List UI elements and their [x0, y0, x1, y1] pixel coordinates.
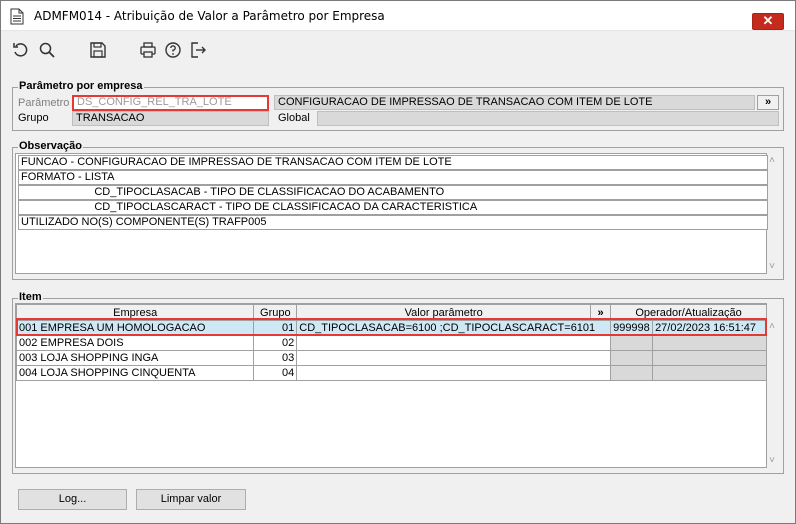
- table-row[interactable]: 001 EMPRESA UM HOMOLOGACAO 01 CD_TIPOCLA…: [15, 320, 767, 336]
- group-title-parametro: Parâmetro por empresa: [18, 80, 144, 92]
- window-title: ADMFM014 - Atribuição de Valor a Parâmet…: [34, 9, 385, 23]
- observacao-line: CD_TIPOCLASACAB - TIPO DE CLASSIFICACAO …: [18, 185, 768, 200]
- empresa-name: LOJA SHOPPING CINQUENTA: [40, 367, 196, 379]
- save-icon[interactable]: [89, 41, 109, 61]
- operador-cell: 999998: [610, 320, 654, 336]
- limpar-valor-button[interactable]: Limpar valor: [136, 489, 246, 510]
- header-valor[interactable]: Valor parâmetro: [296, 304, 592, 321]
- exit-icon[interactable]: [189, 41, 209, 61]
- observacao-scroll-down-icon[interactable]: ˅: [767, 262, 777, 272]
- global-field: [317, 111, 779, 126]
- item-scroll-down-icon[interactable]: ˅: [767, 456, 777, 466]
- empresa-code: 002: [19, 337, 38, 349]
- observacao-line: UTILIZADO NO(S) COMPONENTE(S) TRAFP005: [18, 215, 768, 230]
- header-expand-button[interactable]: »: [590, 304, 612, 321]
- valor-cell[interactable]: [296, 335, 612, 351]
- close-button[interactable]: ✕: [752, 13, 784, 30]
- header-empresa[interactable]: Empresa: [15, 304, 255, 321]
- grupo-cell[interactable]: 04: [253, 365, 298, 381]
- item-scroll-up-icon[interactable]: ˄: [767, 322, 777, 332]
- table-row[interactable]: 004 LOJA SHOPPING CINQUENTA 04: [15, 365, 767, 381]
- group-title-item: Item: [18, 291, 43, 303]
- header-grupo[interactable]: Grupo: [253, 304, 298, 321]
- parametro-expand-button[interactable]: »: [757, 95, 779, 110]
- app-window: ADMFM014 - Atribuição de Valor a Parâmet…: [0, 0, 796, 524]
- empresa-code: 003: [19, 352, 38, 364]
- document-icon: [10, 8, 24, 25]
- observacao-line: CD_TIPOCLASCARACT - TIPO DE CLASSIFICACA…: [18, 200, 768, 215]
- empresa-cell[interactable]: 004 LOJA SHOPPING CINQUENTA: [15, 365, 255, 381]
- item-table: Empresa Grupo Valor parâmetro » Operador…: [15, 304, 767, 381]
- grupo-label: Grupo: [18, 112, 49, 124]
- parametro-field[interactable]: DS_CONFIG_REL_TRA_LOTE: [72, 95, 269, 111]
- parametro-description-field: CONFIGURACAO DE IMPRESSAO DE TRANSACAO C…: [274, 95, 755, 110]
- undo-icon[interactable]: [12, 41, 32, 61]
- parametro-label: Parâmetro: [18, 97, 70, 109]
- global-label: Global: [278, 112, 310, 124]
- observacao-scroll-up-icon[interactable]: ˄: [767, 156, 777, 166]
- empresa-code: 001: [19, 322, 38, 334]
- empresa-name: LOJA SHOPPING INGA: [40, 352, 159, 364]
- grupo-cell[interactable]: 01: [253, 320, 298, 336]
- operador-cell: [610, 335, 654, 351]
- operador-cell: [610, 350, 654, 366]
- data-cell: 27/02/2023 16:51:47: [652, 320, 767, 336]
- observacao-line: FUNCAO - CONFIGURACAO DE IMPRESSAO DE TR…: [18, 155, 768, 170]
- table-row[interactable]: 002 EMPRESA DOIS 02: [15, 335, 767, 351]
- empresa-cell[interactable]: 001 EMPRESA UM HOMOLOGACAO: [15, 320, 255, 336]
- data-cell: [652, 350, 767, 366]
- valor-cell[interactable]: [296, 365, 612, 381]
- empresa-cell[interactable]: 003 LOJA SHOPPING INGA: [15, 350, 255, 366]
- log-button[interactable]: Log...: [18, 489, 127, 510]
- data-cell: [652, 335, 767, 351]
- empresa-name: EMPRESA DOIS: [40, 337, 124, 349]
- search-icon[interactable]: [38, 41, 58, 61]
- header-operador[interactable]: Operador/Atualização: [610, 304, 767, 321]
- observacao-box[interactable]: FUNCAO - CONFIGURACAO DE IMPRESSAO DE TR…: [15, 153, 768, 274]
- print-icon[interactable]: [139, 41, 159, 61]
- empresa-code: 004: [19, 367, 38, 379]
- empresa-cell[interactable]: 002 EMPRESA DOIS: [15, 335, 255, 351]
- grupo-field: TRANSACAO: [72, 111, 269, 126]
- grupo-cell[interactable]: 02: [253, 335, 298, 351]
- observacao-line: FORMATO - LISTA: [18, 170, 768, 185]
- valor-cell[interactable]: [296, 350, 612, 366]
- grupo-cell[interactable]: 03: [253, 350, 298, 366]
- operador-cell: [610, 365, 654, 381]
- empresa-name: EMPRESA UM HOMOLOGACAO: [40, 322, 206, 334]
- group-title-observacao: Observação: [18, 140, 83, 152]
- data-cell: [652, 365, 767, 381]
- table-row[interactable]: 003 LOJA SHOPPING INGA 03: [15, 350, 767, 366]
- toolbar: [1, 32, 795, 70]
- item-table-header: Empresa Grupo Valor parâmetro » Operador…: [15, 304, 767, 321]
- title-bar: ADMFM014 - Atribuição de Valor a Parâmet…: [1, 1, 795, 31]
- valor-cell[interactable]: CD_TIPOCLASACAB=6100 ;CD_TIPOCLASCARACT=…: [296, 320, 612, 336]
- help-icon[interactable]: [164, 41, 184, 61]
